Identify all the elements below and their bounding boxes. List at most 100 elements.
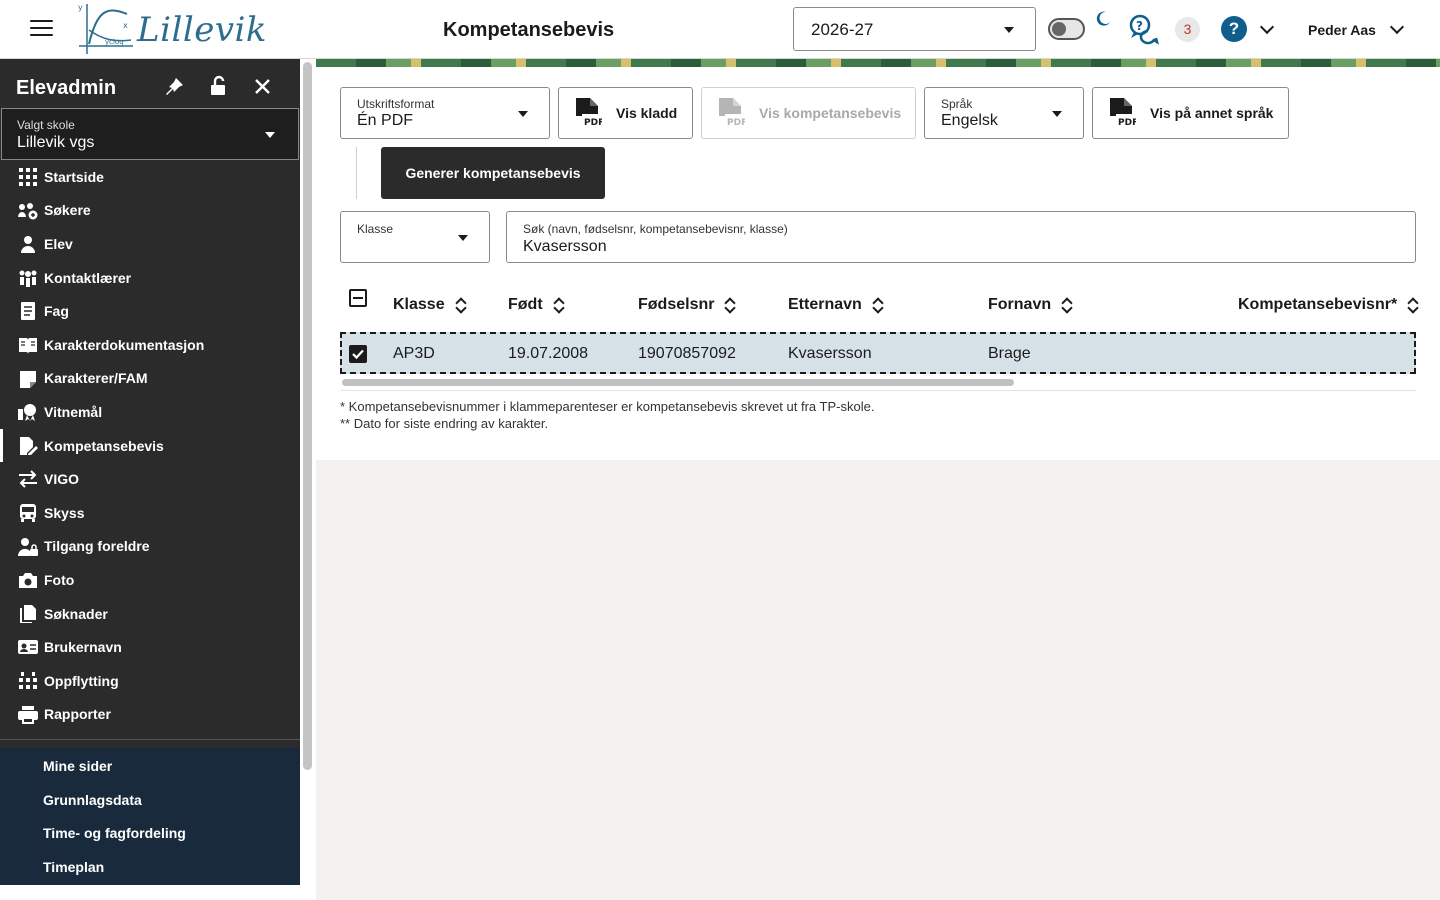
- sidebar-item-karakterer-fam[interactable]: Karakterer/FAM: [0, 362, 300, 396]
- logo: y x ycloq Lillevik: [75, 0, 267, 58]
- link-mine-sider[interactable]: Mine sider: [43, 758, 112, 774]
- sidebar-item-kontaktlaerer[interactable]: Kontaktlærer: [0, 261, 300, 295]
- unlock-icon[interactable]: [208, 75, 230, 97]
- show-certificate-button[interactable]: PDF Vis kompetansebevis: [701, 87, 916, 139]
- certificate-edit-icon: [20, 436, 38, 455]
- moon-icon: [1096, 11, 1110, 26]
- column-header-fornavn[interactable]: Fornavn: [988, 296, 1071, 314]
- sidebar-item-karakterdokumentasjon[interactable]: Karakterdokumentasjon: [0, 328, 300, 362]
- pin-icon[interactable]: [163, 76, 185, 98]
- link-grunnlagsdata[interactable]: Grunnlagsdata: [43, 792, 142, 808]
- footnote-1: * Kompetansebevisnummer i klammeparentes…: [340, 399, 875, 414]
- svg-text:PDF: PDF: [727, 118, 745, 128]
- decorative-banner: [316, 59, 1440, 67]
- svg-text:x: x: [123, 21, 128, 30]
- svg-text:y: y: [78, 3, 83, 12]
- row-checkbox[interactable]: [349, 345, 367, 363]
- select-all-checkbox[interactable]: [349, 289, 367, 307]
- column-header-fodselsnr[interactable]: Fødselsnr: [638, 296, 734, 314]
- sidebar-item-label: Karakterer/FAM: [44, 370, 148, 387]
- column-header-etternavn[interactable]: Etternavn: [788, 296, 882, 314]
- sidebar-nav: Startside Søkere Elev Kontaktlærer Fag K…: [0, 160, 300, 731]
- cell-etternavn: Kvasersson: [788, 345, 872, 362]
- sidebar-item-label: Skyss: [44, 504, 85, 521]
- sidebar-item-startside[interactable]: Startside: [0, 160, 300, 194]
- sidebar-item-skyss[interactable]: Skyss: [0, 496, 300, 530]
- indeterminate-mark: [353, 297, 363, 299]
- sidebar-item-fag[interactable]: Fag: [0, 294, 300, 328]
- sidebar: Elevadmin Valgt skole Lillevik vgs Start…: [0, 59, 300, 885]
- contact-teacher-icon: [19, 270, 37, 287]
- sidebar-item-kompetansebevis[interactable]: Kompetansebevis: [0, 428, 300, 463]
- table-row[interactable]: AP3D 19.07.2008 19070857092 Kvasersson B…: [340, 332, 1416, 374]
- search-input[interactable]: Søk (navn, fødselsnr, kompetansebevisnr,…: [506, 211, 1416, 263]
- note-icon: [20, 370, 36, 388]
- language-select[interactable]: Språk Engelsk: [924, 87, 1084, 139]
- sidebar-title: Elevadmin: [16, 77, 117, 99]
- sidebar-item-foto[interactable]: Foto: [0, 563, 300, 597]
- show-other-language-button[interactable]: PDF Vis på annet språk: [1092, 87, 1289, 139]
- chevron-down-icon[interactable]: [1259, 19, 1275, 35]
- dark-mode-toggle[interactable]: [1048, 18, 1085, 40]
- cell-fodselsnr: 19070857092: [638, 345, 736, 362]
- sidebar-item-rapporter[interactable]: Rapporter: [0, 698, 300, 732]
- menu-icon[interactable]: [30, 20, 53, 38]
- sidebar-item-sokere[interactable]: Søkere: [0, 194, 300, 228]
- generate-certificate-button[interactable]: Generer kompetansebevis: [381, 147, 605, 199]
- print-format-label: Utskriftsformat: [357, 97, 435, 111]
- sidebar-item-elev[interactable]: Elev: [0, 227, 300, 261]
- class-select[interactable]: Klasse: [340, 211, 490, 263]
- school-select[interactable]: Valgt skole Lillevik vgs: [1, 108, 299, 160]
- link-timeplan[interactable]: Timeplan: [43, 859, 104, 875]
- top-bar: y x ycloq Lillevik Kompetansebevis 2026-…: [0, 0, 1440, 59]
- book-icon: [21, 302, 35, 321]
- school-year-select[interactable]: 2026-27: [793, 7, 1036, 51]
- sidebar-item-oppflytting[interactable]: Oppflytting: [0, 664, 300, 698]
- sidebar-item-label: Oppflytting: [44, 672, 119, 689]
- cell-fornavn: Brage: [988, 345, 1031, 362]
- swap-arrows-icon: [19, 470, 37, 489]
- column-header-kompetansebevisnr[interactable]: Kompetansebevisnr*: [1238, 296, 1417, 314]
- print-format-value: Én PDF: [357, 112, 414, 129]
- table-horizontal-scrollbar[interactable]: [342, 379, 1014, 386]
- sidebar-item-tilgang-foreldre[interactable]: Tilgang foreldre: [0, 530, 300, 564]
- cell-fodt: 19.07.2008: [508, 345, 589, 362]
- user-chevron-down-icon[interactable]: [1389, 19, 1405, 35]
- sidebar-item-vitnemal[interactable]: Vitnemål: [0, 395, 300, 429]
- sidebar-item-label: Kompetansebevis: [44, 437, 164, 454]
- column-header-fodt[interactable]: Født: [508, 296, 563, 314]
- svg-text:PDF: PDF: [584, 118, 602, 128]
- svg-text:ycloq: ycloq: [105, 38, 124, 46]
- logo-graph-icon: y x ycloq: [78, 3, 133, 54]
- help-icon[interactable]: ?: [1221, 16, 1247, 42]
- sidebar-item-label: Tilgang foreldre: [44, 538, 150, 555]
- school-select-label: Valgt skole: [17, 118, 75, 132]
- diploma-icon: [18, 404, 36, 422]
- close-icon[interactable]: [252, 76, 274, 98]
- sidebar-item-brukernavn[interactable]: Brukernavn: [0, 630, 300, 664]
- print-format-select[interactable]: Utskriftsformat Én PDF: [340, 87, 550, 139]
- open-book-icon: [19, 337, 37, 354]
- sort-icon: [1407, 297, 1417, 313]
- sort-icon: [455, 297, 465, 313]
- link-time-og-fagfordeling[interactable]: Time- og fagfordeling: [43, 825, 186, 841]
- notification-badge[interactable]: 3: [1175, 17, 1200, 42]
- sidebar-item-soknader[interactable]: Søknader: [0, 597, 300, 631]
- divider: [356, 147, 357, 199]
- show-draft-button[interactable]: PDF Vis kladd: [558, 87, 693, 139]
- language-value: Engelsk: [941, 112, 998, 129]
- chat-help-icon[interactable]: ?: [1128, 13, 1160, 45]
- grid-icon: [19, 168, 37, 186]
- sidebar-item-label: Søkere: [44, 202, 91, 219]
- applicants-icon: [18, 202, 38, 220]
- sidebar-scrollbar[interactable]: [303, 62, 312, 770]
- page-background: [316, 460, 1440, 900]
- language-label: Språk: [941, 97, 973, 111]
- column-header-klasse[interactable]: Klasse: [393, 296, 465, 314]
- sidebar-item-label: Rapporter: [44, 706, 111, 723]
- sidebar-item-vigo[interactable]: VIGO: [0, 462, 300, 496]
- search-value: Kvasersson: [523, 238, 607, 255]
- class-select-label: Klasse: [357, 222, 394, 236]
- caret-down-icon: [265, 132, 275, 138]
- user-menu[interactable]: Peder Aas: [1308, 22, 1376, 38]
